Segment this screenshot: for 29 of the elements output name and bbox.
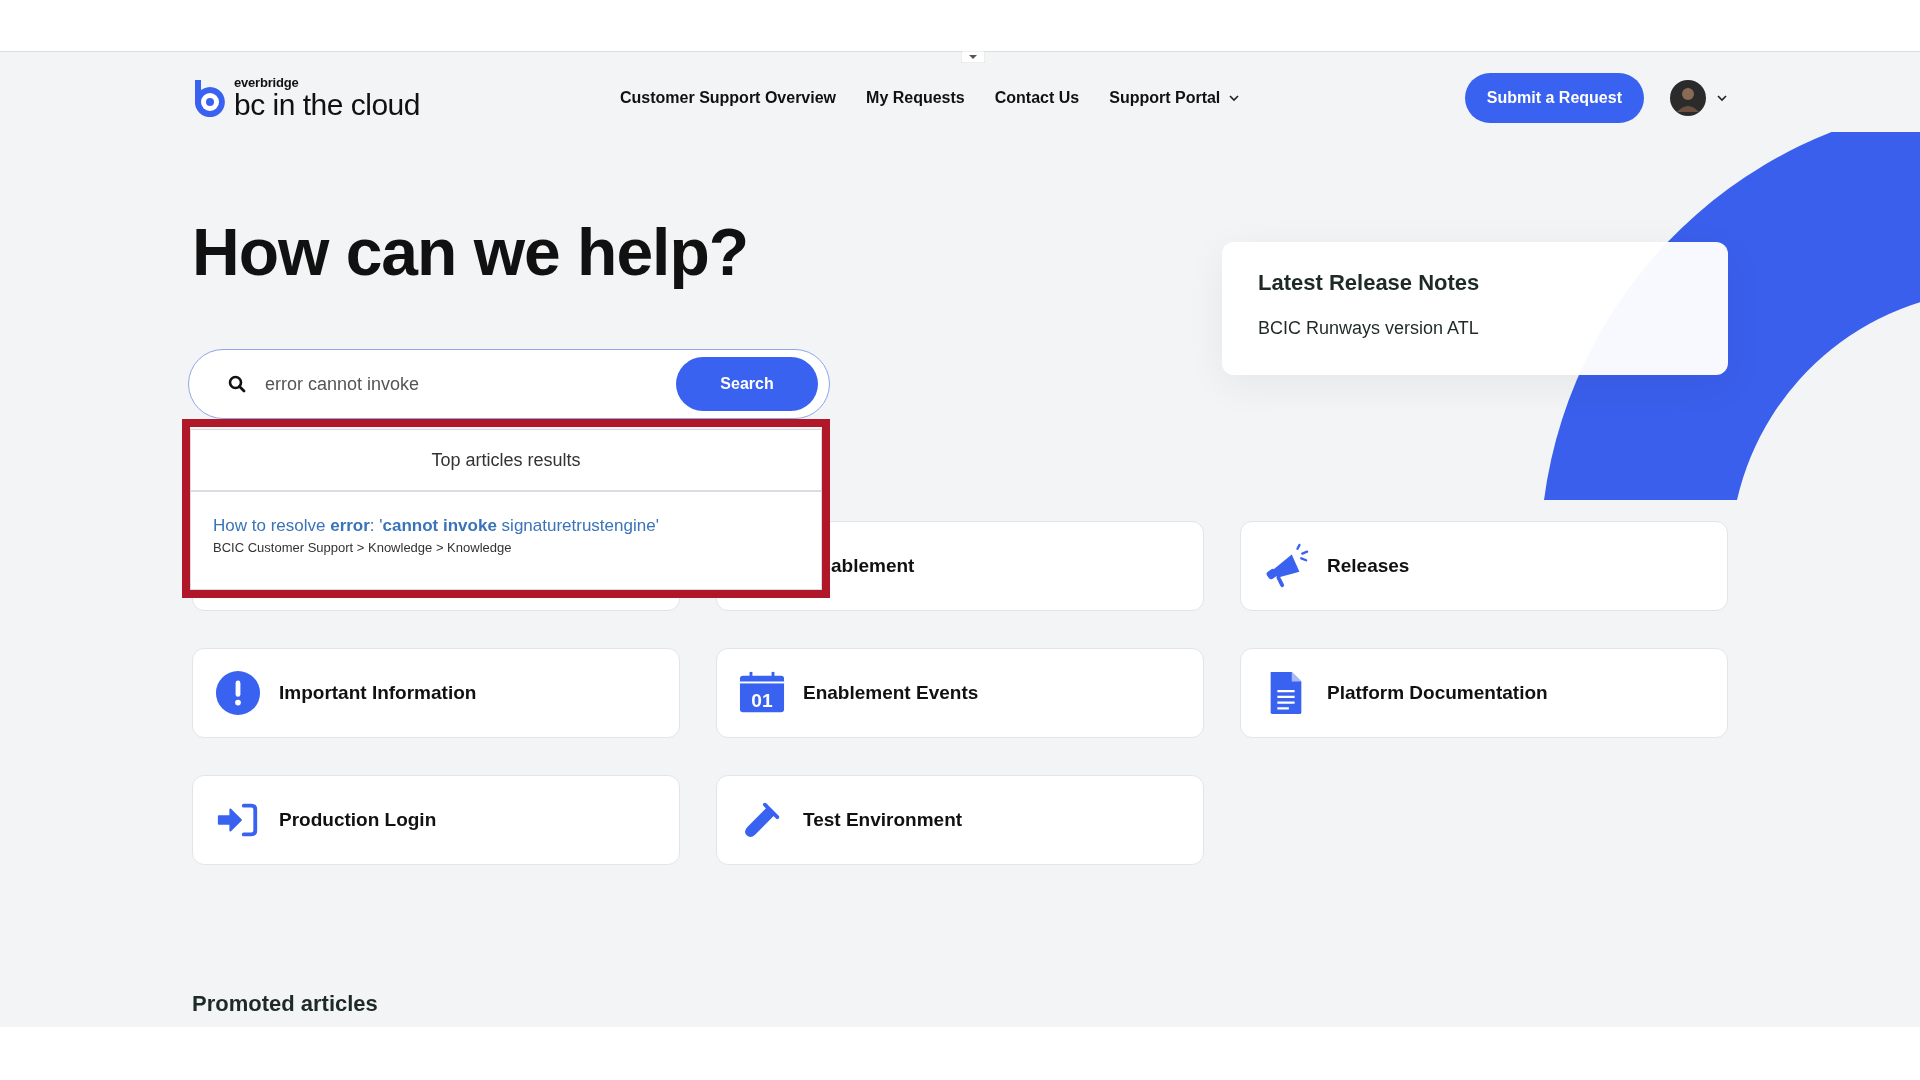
search-field[interactable]: error cannot invoke Search bbox=[188, 349, 830, 419]
category-card[interactable]: 01 Enablement Events bbox=[716, 648, 1204, 738]
category-card[interactable]: Releases bbox=[1240, 521, 1728, 611]
nav-link[interactable]: Customer Support Overview bbox=[620, 89, 837, 107]
caret-icon bbox=[1228, 94, 1241, 102]
alert-icon bbox=[215, 670, 261, 716]
submit-request-button[interactable]: Submit a Request bbox=[1464, 73, 1644, 123]
result-path: BCIC Customer Support > Knowledge > Knowledge bbox=[213, 540, 513, 555]
nav-link[interactable]: My Requests bbox=[866, 89, 965, 107]
category-card[interactable]: Test Environment bbox=[716, 775, 1204, 865]
results-heading: Top articles results bbox=[191, 430, 821, 492]
collapse-tab-icon[interactable] bbox=[960, 51, 985, 63]
category-card[interactable]: Important Information bbox=[192, 648, 680, 738]
caret-icon[interactable] bbox=[1716, 94, 1728, 102]
search-icon bbox=[227, 374, 247, 394]
nav-link[interactable]: Contact Us bbox=[994, 89, 1080, 107]
page-heading: How can we help? bbox=[192, 214, 750, 291]
result-link[interactable]: How to resolve error: 'cannot invoke signaturetrustengine' bbox=[213, 516, 659, 535]
section-heading: Promoted articles bbox=[192, 991, 379, 1017]
release-note-link[interactable]: BCIC Runways version ATL bbox=[1258, 318, 1692, 339]
logo-icon bbox=[192, 78, 226, 118]
logo-name: bc in the cloud bbox=[234, 90, 420, 120]
search-button[interactable]: Search bbox=[676, 357, 818, 411]
logo-brand: everbridge bbox=[234, 76, 300, 89]
avatar-icon[interactable] bbox=[1670, 80, 1706, 116]
category-card[interactable]: Production Login bbox=[192, 775, 680, 865]
release-notes-title: Latest Release Notes bbox=[1258, 270, 1481, 296]
nav-link[interactable]: Support Portal bbox=[1109, 89, 1241, 107]
category-card[interactable]: Platform Documentation bbox=[1240, 648, 1728, 738]
